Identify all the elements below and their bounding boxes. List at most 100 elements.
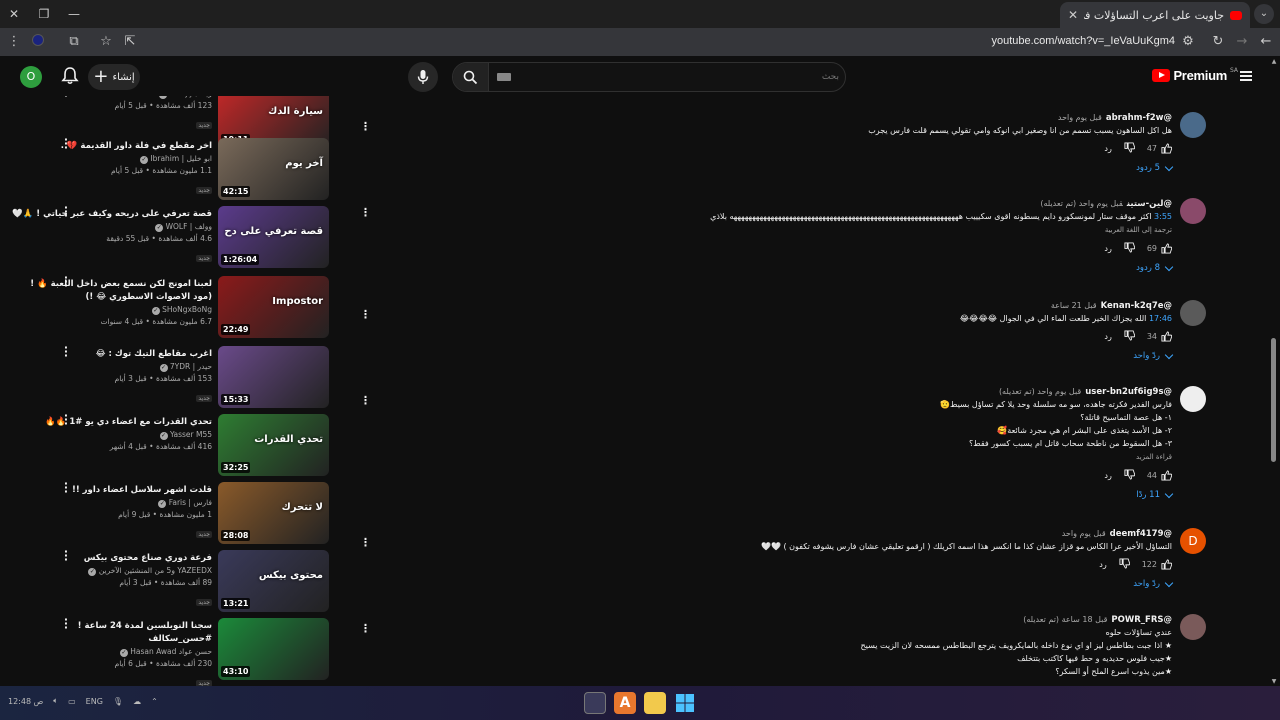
- video-title[interactable]: اغرب مقاطع التيك توك : 😂: [12, 348, 212, 361]
- video-thumbnail[interactable]: محتوى بيكس 13:21: [218, 550, 329, 612]
- dislike-button[interactable]: [1124, 329, 1135, 343]
- account-avatar[interactable]: O: [20, 66, 42, 88]
- menu-kebab-icon[interactable]: ⋮: [6, 34, 22, 49]
- notifications-bell-icon[interactable]: [60, 66, 80, 86]
- reply-button[interactable]: رد: [1104, 144, 1111, 153]
- commenter-avatar[interactable]: [1180, 386, 1206, 412]
- dislike-button[interactable]: [1124, 141, 1135, 155]
- share-icon[interactable]: ⇱: [122, 34, 138, 49]
- video-thumbnail[interactable]: آخر يوم 42:15: [218, 138, 329, 200]
- reply-button[interactable]: رد: [1104, 332, 1111, 341]
- view-replies-button[interactable]: ردّ واحد: [360, 347, 1174, 365]
- tray-chevron-icon[interactable]: ⌃: [151, 697, 158, 706]
- reply-button[interactable]: رد: [1104, 244, 1111, 253]
- scroll-down-arrow-icon[interactable]: ▼: [1270, 678, 1278, 685]
- video-thumbnail[interactable]: 15:33: [218, 346, 329, 408]
- view-replies-button[interactable]: 11 ردًا: [360, 486, 1174, 504]
- windows-start-icon[interactable]: [674, 692, 696, 714]
- like-button[interactable]: 122: [1142, 558, 1172, 570]
- profile-icon[interactable]: [30, 34, 46, 50]
- clock[interactable]: 12:48 ص: [8, 697, 43, 706]
- search-button[interactable]: [453, 63, 489, 91]
- video-thumbnail[interactable]: تحدي القدرات 32:25: [218, 414, 329, 476]
- view-replies-button[interactable]: ردّ واحد: [360, 575, 1174, 593]
- video-title[interactable]: اخر مقطع في فلة داور القديمة 💔 .: [12, 140, 212, 153]
- extensions-icon[interactable]: ⧉: [66, 34, 82, 49]
- commenter-avatar[interactable]: D: [1180, 528, 1206, 554]
- restore-window-icon[interactable]: ❐: [36, 6, 52, 22]
- commenter-handle[interactable]: @abrahm-f2w: [1106, 113, 1172, 123]
- video-thumbnail[interactable]: لا تتحرك 28:08: [218, 482, 329, 544]
- file-explorer-icon[interactable]: [644, 692, 666, 714]
- commenter-avatar[interactable]: [1180, 614, 1206, 640]
- related-video-item[interactable]: · · · اخر مقطع في فلة داور القديمة 💔 . ابو خ…: [0, 134, 340, 202]
- comment-time[interactable]: قبل يوم واحد: [1037, 387, 1081, 396]
- channel-name[interactable]: حيدر | 7YDR ✓: [12, 361, 212, 373]
- comment-time[interactable]: قبل 21 ساعة: [1051, 301, 1097, 310]
- page-scrollbar[interactable]: ▲ ▼: [1270, 56, 1278, 686]
- onedrive-cloud-icon[interactable]: ☁︎: [133, 697, 141, 706]
- site-settings-icon[interactable]: ⚙: [1180, 34, 1196, 49]
- channel-name[interactable]: حسن عواد Hasan Awad ✓: [12, 646, 212, 658]
- channel-name[interactable]: YAZEEDX و5 من المنشئين الآخرين ✓: [12, 565, 212, 577]
- commenter-handle[interactable]: @user-bn2uf6ig9s: [1085, 387, 1172, 397]
- read-more-link[interactable]: قراءة المزيد: [360, 450, 1172, 464]
- related-video-item[interactable]: · · · قلدت اشهر سلاسل اعضاء داور !! فارس | F…: [0, 478, 340, 546]
- create-button[interactable]: إنشاء +: [88, 64, 140, 90]
- voice-search-mic-icon[interactable]: [408, 62, 438, 92]
- comment-time[interactable]: قبل 18 ساعة: [1062, 615, 1108, 624]
- view-replies-button[interactable]: 8 ردود: [360, 259, 1174, 277]
- related-video-item[interactable]: · · · قصة تعرفي على دريحه وكيف عبر حياتي ! …: [0, 202, 340, 270]
- volume-icon[interactable]: 🔈︎: [53, 696, 58, 706]
- back-icon[interactable]: ←: [1258, 34, 1274, 49]
- dislike-button[interactable]: [1124, 241, 1135, 255]
- like-button[interactable]: 47: [1147, 142, 1172, 154]
- commenter-avatar[interactable]: [1180, 198, 1206, 224]
- commenter-avatar[interactable]: [1180, 300, 1206, 326]
- commenter-avatar[interactable]: [1180, 112, 1206, 138]
- tab-search-icon[interactable]: ⌄: [1254, 4, 1274, 24]
- video-title[interactable]: تحدي القدرات مع اعضاء دي يو #1 🔥🔥: [12, 416, 212, 429]
- view-replies-button[interactable]: 5 ردود: [360, 159, 1174, 177]
- like-button[interactable]: 69: [1147, 242, 1172, 254]
- forward-icon[interactable]: →: [1234, 34, 1250, 49]
- hamburger-menu-icon[interactable]: [1240, 71, 1252, 81]
- comment-menu-icon[interactable]: ⋮: [360, 536, 371, 549]
- close-window-icon[interactable]: ✕: [6, 6, 22, 22]
- keyboard-icon[interactable]: [497, 73, 511, 81]
- video-title[interactable]: سجنا النوبلسين لمدة 24 ساعة ! #حسن_سكالف: [12, 620, 212, 646]
- video-thumbnail[interactable]: 43:10: [218, 618, 329, 680]
- comment-menu-icon[interactable]: ⋮: [360, 394, 371, 407]
- related-video-item[interactable]: · · · فرعة دوري صناع محتوى بيكس YAZEEDX و5 م…: [0, 546, 340, 614]
- related-video-item[interactable]: · · · سجنا النوبلسين لمدة 24 ساعة ! #حسن_سك…: [0, 614, 340, 686]
- reply-button[interactable]: رد: [1104, 471, 1111, 480]
- translate-link[interactable]: ترجمة إلى اللغة العربية: [360, 223, 1172, 237]
- commenter-handle[interactable]: @Kenan-k2q7e: [1101, 301, 1172, 311]
- scroll-thumb[interactable]: [1271, 338, 1276, 462]
- minimize-window-icon[interactable]: —: [66, 6, 82, 22]
- video-thumbnail[interactable]: قصة تعرفي على دح 1:26:04: [218, 206, 329, 268]
- video-thumbnail[interactable]: Impostor 22:49: [218, 276, 329, 338]
- video-title[interactable]: قلدت اشهر سلاسل اعضاء داور !!: [12, 484, 212, 497]
- video-timestamp-link[interactable]: 17:46: [1149, 314, 1172, 323]
- scroll-up-arrow-icon[interactable]: ▲: [1270, 58, 1278, 65]
- video-title[interactable]: لعبنا امونج لكن نسمع بعض داخل اللعبة 🔥 !…: [12, 278, 212, 304]
- search-input[interactable]: [523, 67, 839, 87]
- browser-tab[interactable]: جاويت على اعرب التساؤلات في ال ✕: [1060, 2, 1250, 28]
- related-video-item[interactable]: · · · لعبنا امونج لكن نسمع بعض داخل اللعبة …: [0, 272, 340, 340]
- video-timestamp-link[interactable]: 3:55: [1154, 212, 1172, 221]
- commenter-handle[interactable]: @POWR_FRS: [1111, 615, 1172, 625]
- channel-name[interactable]: فارس | Faris ✓: [12, 497, 212, 509]
- channel-name[interactable]: Yasser M55 ✓: [12, 429, 212, 441]
- channel-name[interactable]: SHoNgxBoNg ✓: [12, 304, 212, 316]
- reload-icon[interactable]: ↻: [1210, 34, 1226, 49]
- reply-button[interactable]: رد: [1099, 560, 1106, 569]
- url-field[interactable]: youtube.com/watch?v=_IeVaUuKgm4: [991, 35, 1175, 47]
- language-indicator[interactable]: ENG: [86, 697, 103, 706]
- comment-menu-icon[interactable]: ⋮: [360, 206, 371, 219]
- tab-close-icon[interactable]: ✕: [1068, 8, 1078, 22]
- video-title[interactable]: فرعة دوري صناع محتوى بيكس: [12, 552, 212, 565]
- app-taskbar-icon[interactable]: A: [614, 692, 636, 714]
- comment-time[interactable]: قبل يوم واحد: [1062, 529, 1106, 538]
- related-video-item[interactable]: · · · تحدي القدرات مع اعضاء دي يو #1 🔥🔥 Yass…: [0, 410, 340, 478]
